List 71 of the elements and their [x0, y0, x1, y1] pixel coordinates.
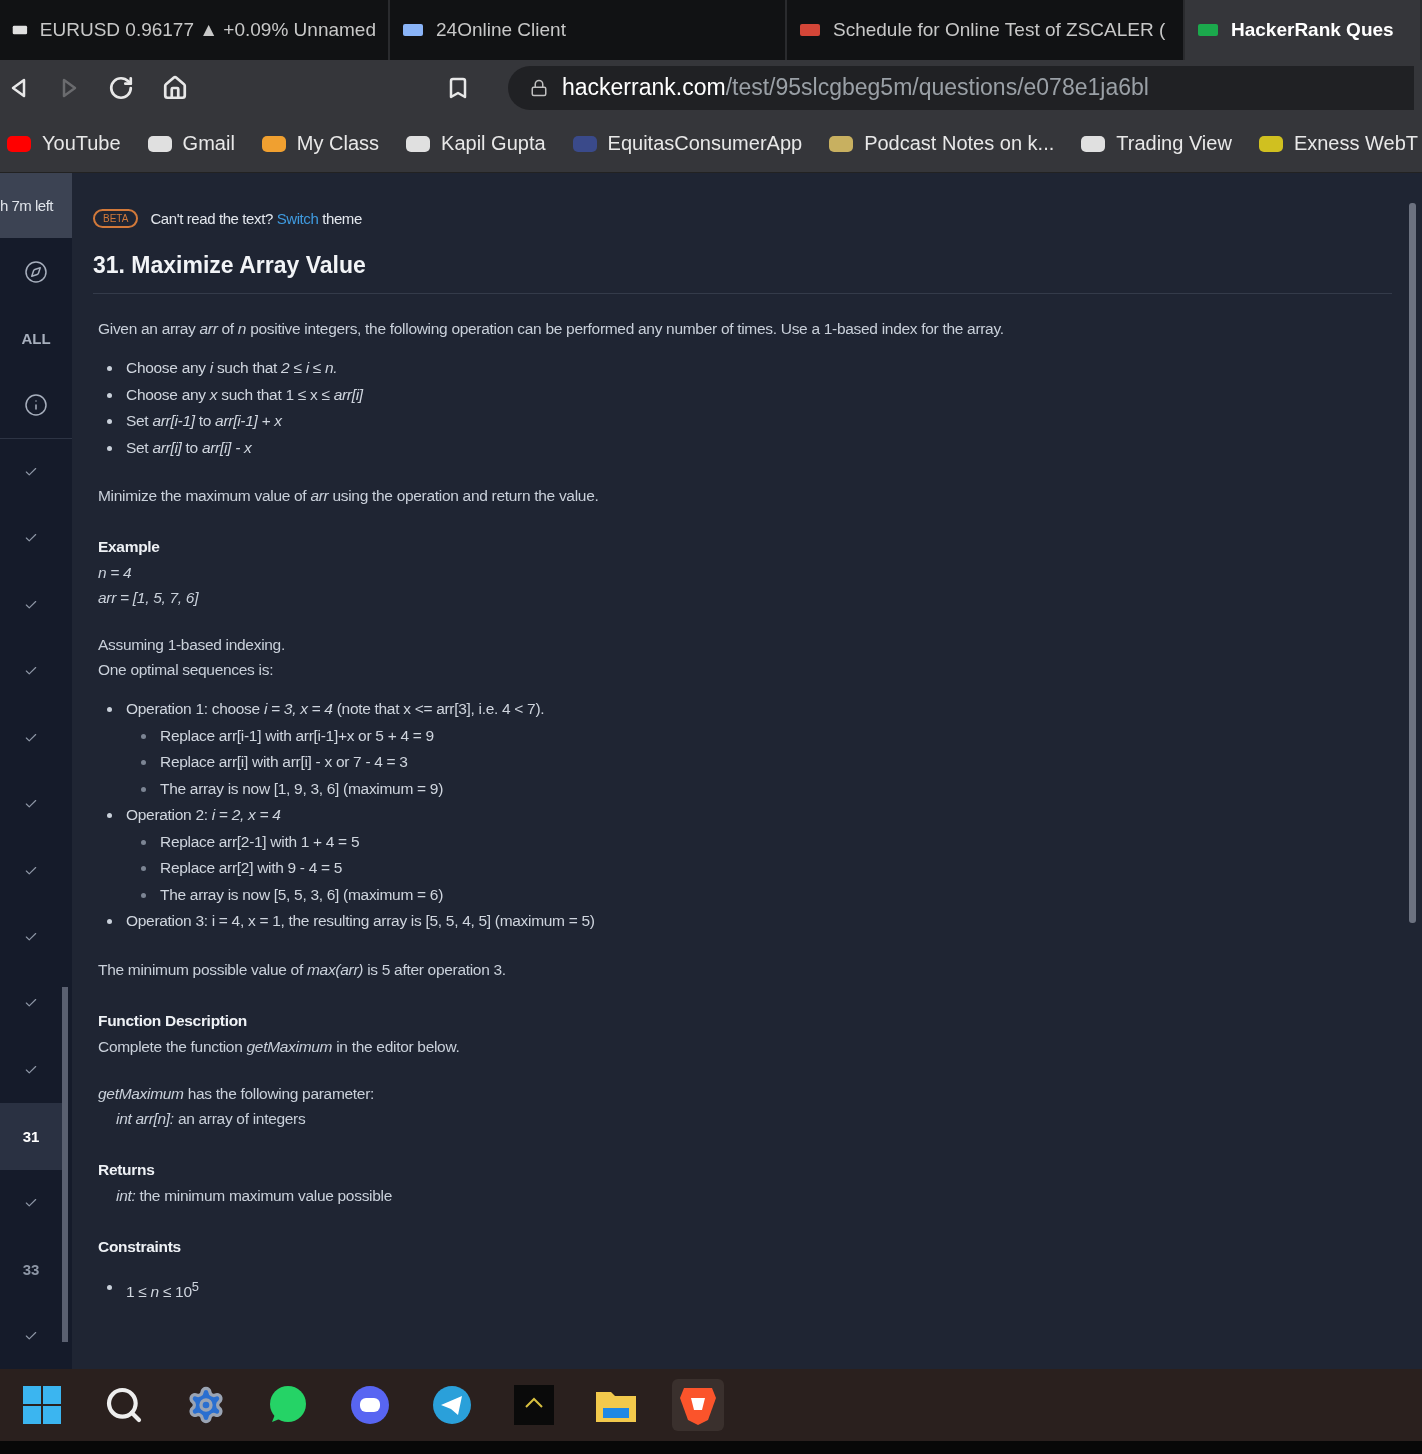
section-heading: Returns [98, 1159, 156, 1180]
tab-favicon-icon [799, 21, 821, 39]
description-text: n = 4 [98, 564, 132, 581]
list-item-text: The array is now [5, 5, 3, 6] (maximum = 6) [160, 885, 443, 903]
section-heading: Constraints [98, 1236, 182, 1257]
time-remaining: h 7m left [0, 173, 72, 239]
info-icon[interactable] [24, 392, 48, 417]
problem-title: 31. Maximize Array Value [93, 252, 1392, 294]
bullet-icon [141, 839, 146, 845]
theme-notice: Can't read the text? Switch theme [150, 210, 362, 227]
question-nav-item[interactable]: 31 [0, 1103, 62, 1170]
description-text: int: the minimum maximum value possible [116, 1186, 393, 1204]
list-item-text: Replace arr[i] with arr[i] - x or 7 - 4 = 3 [160, 753, 408, 770]
list-item-text: 1 ≤ n ≤ 10$^{5}$ [126, 1282, 199, 1300]
description-text: The minimum possible value of max(arr) is 5 after operation 3. [98, 960, 506, 978]
reload-button[interactable] [108, 74, 134, 101]
bookmark-item[interactable]: YouTube [6, 132, 121, 155]
list-item-text: Operation 1: choose i = 3, x = 4 (note that x <= arr[3], i.e. 4 < 7). [126, 700, 545, 717]
tab-favicon-icon [402, 21, 424, 39]
bookmark-item[interactable]: Kapil Gupta [405, 132, 546, 155]
browser-tab[interactable]: HackerRank Ques [1185, 0, 1422, 60]
description-text: getMaximum has the following parameter: [98, 1084, 375, 1102]
list-item-text: Operation 2: i = 2, x = 4 [126, 806, 281, 823]
bullet-icon [107, 445, 112, 451]
bullet-icon [107, 392, 112, 398]
beta-badge: BETA [93, 209, 139, 228]
compass-icon[interactable] [24, 259, 48, 284]
bullet-icon [141, 866, 146, 871]
bullet-icon [107, 813, 112, 818]
bookmark-item[interactable]: EquitasConsumerApp [571, 132, 803, 155]
list-item-text: Set arr[i] to arr[i] - x [126, 438, 252, 456]
description-text: arr = [1, 5, 7, 6] [98, 589, 199, 606]
description-text: Given an array arr of n positive integers, the following operation can be performed any number of times. Use a 1-based index for the array. [98, 320, 1004, 337]
list-item-text: Operation 3: i = 4, x = 1, the resulting array is [5, 5, 4, 5] (maximum = 5) [126, 912, 595, 929]
home-button[interactable] [162, 74, 188, 101]
bullet-icon [107, 707, 112, 712]
lock-icon [530, 78, 548, 97]
description-text: Complete the function getMaximum in the editor below. [98, 1037, 460, 1055]
description-text: Minimize the maximum value of arr using the operation and return the value. [98, 487, 599, 504]
description-text: Assuming 1-based indexing. [98, 636, 285, 653]
list-item-text: Replace arr[2-1] with 1 + 4 = 5 [160, 832, 360, 850]
bullet-icon [141, 892, 146, 898]
scrollbar-thumb[interactable] [62, 987, 68, 1342]
list-item-text: The array is now [1, 9, 3, 6] (maximum = 9) [160, 779, 443, 797]
bullet-icon [107, 1284, 112, 1290]
bullet-icon [107, 419, 112, 424]
bookmark-item[interactable]: Gmail [146, 132, 235, 155]
description-text: int arr[n]: an array of integers [116, 1109, 306, 1127]
filter-all-tab[interactable]: ALL [21, 329, 51, 347]
list-item-text: Set arr[i-1] to arr[i-1] + x [126, 412, 282, 429]
address-bar[interactable]: hackerrank.com/test/95slcgbeg5m/questions/e078e1ja6bl [508, 65, 1414, 110]
bullet-icon [141, 786, 146, 792]
bullet-icon [107, 919, 112, 924]
bookmark-item[interactable]: Podcast Notes on k... [828, 132, 1055, 155]
list-item-text: Replace arr[i-1] with arr[i-1]+x or 5 + 4 = 9 [160, 726, 434, 744]
switch-theme-link[interactable]: Switch [276, 210, 319, 227]
section-heading: Example [98, 537, 161, 557]
list-item-text: Choose any x such that 1 ≤ x ≤ arr[i] [126, 385, 363, 403]
bookmark-item[interactable]: My Class [260, 132, 380, 155]
list-item-text: Choose any i such that 2 ≤ i ≤ n. [126, 359, 338, 376]
tab-favicon-icon [1197, 21, 1219, 39]
bookmark-item[interactable]: Exness WebT [1257, 132, 1418, 155]
question-nav-item[interactable]: 33 [0, 1236, 62, 1303]
scrollbar-thumb[interactable] [1409, 203, 1416, 923]
bullet-icon [141, 733, 146, 739]
description-text: One optimal sequences is: [98, 661, 274, 678]
bullet-icon [141, 760, 146, 765]
list-item-text: Replace arr[2] with 9 - 4 = 5 [160, 859, 343, 876]
bookmark-item[interactable]: Trading View [1080, 132, 1232, 155]
bullet-icon [107, 366, 112, 371]
section-heading: Function Description [98, 1010, 248, 1031]
